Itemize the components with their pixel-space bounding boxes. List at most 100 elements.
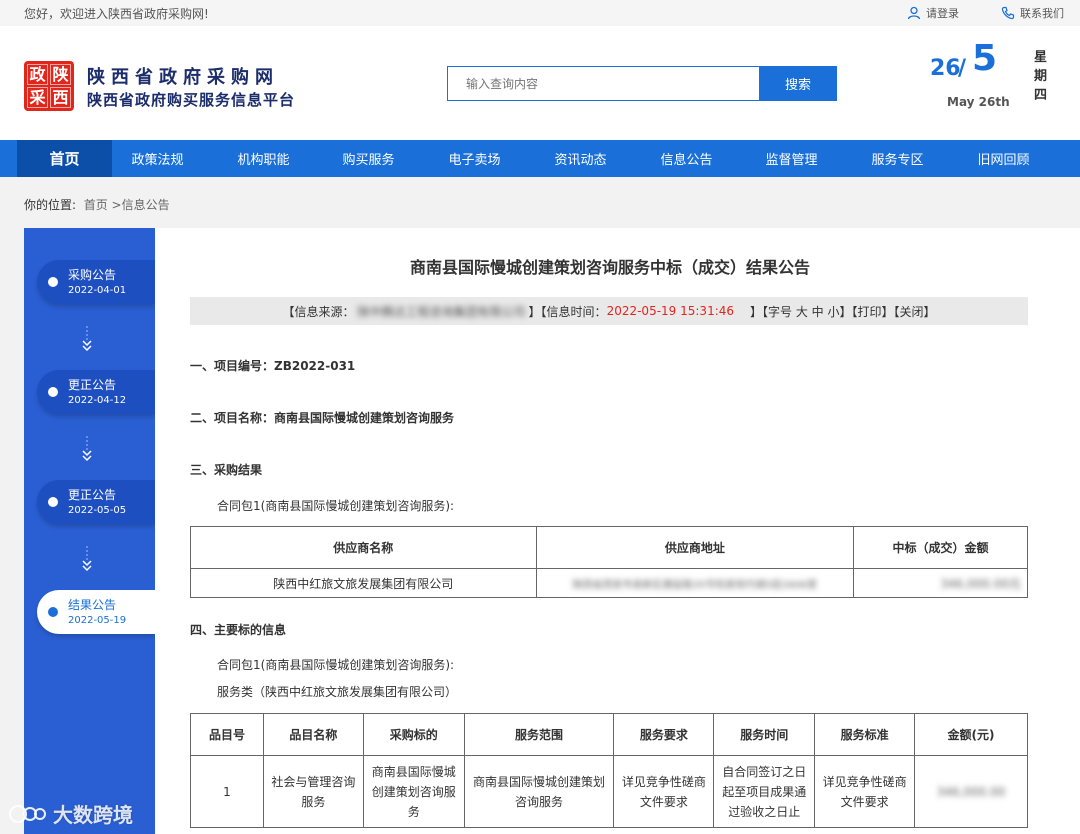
nav-item-institution[interactable]: 机构职能 [216, 140, 311, 177]
section-project-number: 一、项目编号：ZB2022-031 [190, 359, 356, 373]
timeline-dot [48, 387, 58, 397]
timeline-sidebar: 采购公告 2022-04-01 更正公告 2022-04-12 更正公告 202… [24, 228, 155, 834]
table-header: 采购标的 [362, 713, 465, 756]
table-header: 品目号 [190, 713, 264, 756]
table-row: 陕西中红旅文旅发展集团有限公司 陕西省西安市高新区唐延路35号旺座现代城5层26… [190, 568, 1028, 598]
meta-source-label: 【信息来源： [282, 304, 355, 319]
table-header: 服务要求 [613, 713, 715, 756]
nav-item-announcements[interactable]: 信息公告 [639, 140, 734, 177]
table-header: 品目名称 [262, 713, 364, 756]
meta-time-label: 】【信息时间： [528, 304, 607, 319]
package-label: 合同包1(商南县国际慢城创建策划咨询服务): [217, 499, 455, 513]
site-logo[interactable]: 政 陕 采 西 [24, 61, 74, 111]
timeline-item-correction-2[interactable]: 更正公告 2022-05-05 [37, 480, 155, 524]
nav-item-news[interactable]: 资讯动态 [533, 140, 628, 177]
down-arrow-icon [82, 326, 92, 352]
breadcrumb: 你的位置: 首页 >信息公告 [24, 196, 170, 213]
top-bar: 您好，欢迎进入陕西省政府采购网! 请登录 联系我们 [0, 0, 1080, 26]
table-row: 1 社会与管理咨询服务 商南县国际慢城创建策划咨询服务 商南县国际慢城创建策划咨… [190, 755, 1028, 828]
timeline-title: 采购公告 [68, 268, 117, 282]
search-input[interactable] [448, 67, 759, 100]
down-arrow-icon [82, 436, 92, 462]
timeline-dot [48, 497, 58, 507]
timeline-date: 2022-04-12 [68, 395, 127, 406]
logo-char: 陕 [50, 64, 71, 85]
item-requirements: 详见竞争性磋商文件要求 [613, 755, 715, 828]
logo-char: 西 [50, 87, 71, 108]
table-header-row: 供应商名称 供应商地址 中标（成交）金额 [190, 526, 1028, 569]
breadcrumb-sep: > [111, 198, 122, 212]
item-scope: 商南县国际慢城创建策划咨询服务 [463, 755, 615, 828]
table-header: 服务标准 [814, 713, 916, 756]
meta-time-value: 2022-05-19 15:31:46 [606, 304, 735, 318]
logo-char: 政 [27, 64, 48, 85]
table-header: 供应商地址 [535, 526, 855, 569]
watermark: 大数跨境 [8, 799, 133, 828]
site-header: 政 陕 采 西 陕西省政府采购网 陕西省政府购买服务信息平台 搜索 26 / 5… [0, 26, 1080, 140]
timeline-title: 更正公告 [68, 378, 117, 392]
meta-source-value: 陕中腾达工程咨询集团有限公司 [357, 304, 526, 319]
nav-item-supervision[interactable]: 监督管理 [744, 140, 839, 177]
logo-char: 采 [27, 87, 48, 108]
package-label: 合同包1(商南县国际慢城创建策划咨询服务): [217, 658, 455, 672]
table-header: 金额(元) [914, 713, 1028, 756]
timeline-date: 2022-05-05 [68, 505, 127, 516]
announcement-content: 商南县国际慢城创建策划咨询服务中标（成交）结果公告 【信息来源： 陕中腾达工程咨… [155, 228, 1080, 834]
table-header-row: 品目号 品目名称 采购标的 服务范围 服务要求 服务时间 服务标准 金额(元) [190, 713, 1028, 756]
section-result: 三、采购结果 [190, 463, 263, 477]
timeline-date: 2022-05-19 [68, 615, 127, 626]
item-amount: 346,000.00 [914, 755, 1028, 828]
phone-icon [1001, 6, 1015, 20]
timeline-title: 结果公告 [68, 598, 117, 612]
item-number: 1 [190, 755, 264, 828]
date-slash: / [958, 56, 967, 81]
supplier-address: 陕西省西安市高新区唐延路35号旺座现代城5层2606室 [535, 568, 855, 598]
search-box [447, 66, 759, 101]
timeline-date: 2022-04-01 [68, 285, 127, 296]
down-arrow-icon [82, 546, 92, 572]
item-target: 商南县国际慢城创建策划咨询服务 [362, 755, 465, 828]
date-month: 5 [972, 38, 998, 79]
user-icon [907, 6, 921, 20]
timeline-dot [48, 607, 58, 617]
breadcrumb-current[interactable]: 信息公告 [122, 198, 170, 212]
nav-item-purchase-service[interactable]: 购买服务 [321, 140, 416, 177]
breadcrumb-home[interactable]: 首页 [84, 198, 108, 212]
nav-item-old-site[interactable]: 旧网回顾 [956, 140, 1051, 177]
table-header: 服务范围 [463, 713, 615, 756]
nav-item-e-mall[interactable]: 电子卖场 [427, 140, 522, 177]
supplier-name: 陕西中红旅文旅发展集团有限公司 [190, 568, 537, 598]
nav-item-service-zone[interactable]: 服务专区 [850, 140, 945, 177]
timeline-item-procurement[interactable]: 采购公告 2022-04-01 [37, 260, 155, 304]
result-table: 供应商名称 供应商地址 中标（成交）金额 陕西中红旅文旅发展集团有限公司 陕西省… [190, 526, 1028, 598]
announcement-title: 商南县国际慢城创建策划咨询服务中标（成交）结果公告 [409, 258, 810, 277]
search-button[interactable]: 搜索 [759, 66, 837, 101]
meta-actions[interactable]: 】【字号 大 中 小】【打印】【关闭】 [750, 303, 935, 320]
item-standard: 详见竞争性磋商文件要求 [814, 755, 916, 828]
nav-item-home[interactable]: 首页 [17, 140, 112, 177]
main-nav: 首页 政策法规 机构职能 购买服务 电子卖场 资讯动态 信息公告 监督管理 服务… [0, 140, 1080, 177]
service-type: 服务类（陕西中红旅文旅发展集团有限公司） [217, 685, 458, 699]
watermark-logo-icon [9, 804, 46, 823]
award-amount: 346,000.00元 [853, 568, 1028, 598]
timeline-title: 更正公告 [68, 488, 117, 502]
item-name: 社会与管理咨询服务 [262, 755, 364, 828]
login-link[interactable]: 请登录 [907, 5, 959, 21]
breadcrumb-label: 你的位置: [24, 198, 77, 212]
section-project-name: 二、项目名称：商南县国际慢城创建策划咨询服务 [190, 411, 455, 425]
meta-bar: 【信息来源： 陕中腾达工程咨询集团有限公司 】【信息时间： 2022-05-19… [190, 297, 1028, 325]
nav-item-policy[interactable]: 政策法规 [110, 140, 205, 177]
contact-label: 联系我们 [1020, 7, 1064, 20]
date-english: May 26th [947, 95, 1010, 109]
login-label: 请登录 [926, 7, 959, 20]
items-table: 品目号 品目名称 采购标的 服务范围 服务要求 服务时间 服务标准 金额(元) … [190, 713, 1028, 828]
timeline-dot [48, 277, 58, 287]
contact-link[interactable]: 联系我们 [1001, 5, 1064, 21]
welcome-text: 您好，欢迎进入陕西省政府采购网! [24, 7, 209, 21]
watermark-text: 大数跨境 [53, 803, 133, 827]
weekday: 星期四 [1034, 50, 1048, 103]
table-header: 中标（成交）金额 [853, 526, 1028, 569]
timeline-item-result[interactable]: 结果公告 2022-05-19 [37, 590, 155, 634]
table-header: 供应商名称 [190, 526, 537, 569]
timeline-item-correction-1[interactable]: 更正公告 2022-04-12 [37, 370, 155, 414]
